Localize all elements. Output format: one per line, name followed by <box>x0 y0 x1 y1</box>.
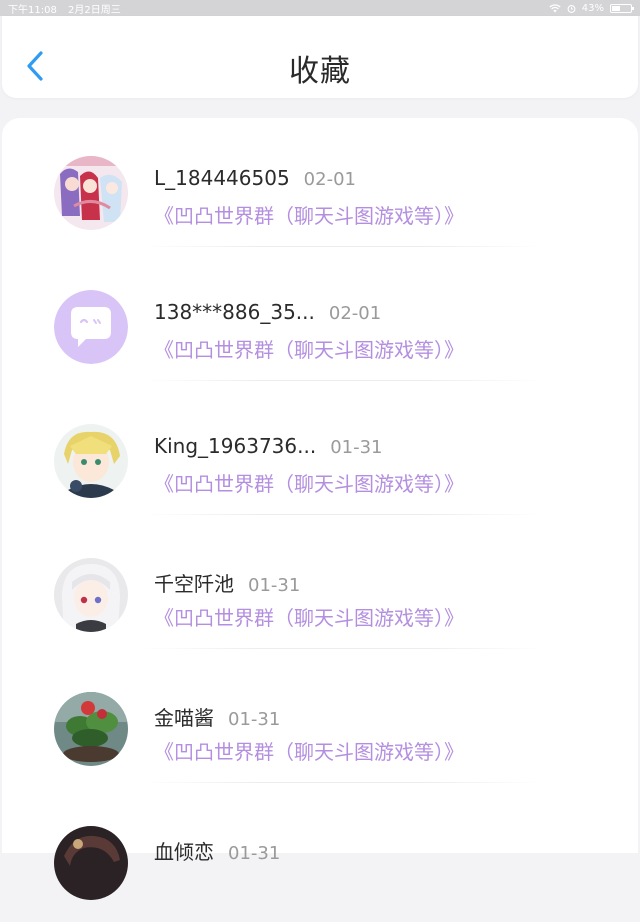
status-bar: 下午11:08 2月2日周三 43% <box>0 0 640 16</box>
member-name-text: King_1963736... <box>154 434 317 458</box>
divider <box>142 380 542 381</box>
group-name: 《凹凸世界群（聊天斗图游戏等）》 <box>154 740 464 764</box>
member-name: 血倾恋 01-31 <box>154 836 280 865</box>
favorite-time: 01-31 <box>330 437 383 458</box>
group-name: 《凹凸世界群（聊天斗图游戏等）》 <box>154 204 464 228</box>
header-bar: 收藏 <box>2 16 638 98</box>
default-chat-avatar-icon <box>54 290 128 364</box>
member-name: 金喵酱 01-31 <box>154 702 280 731</box>
group-name: 《凹凸世界群（聊天斗图游戏等）》 <box>154 472 464 496</box>
status-date: 2月2日周三 <box>68 4 121 16</box>
divider <box>142 648 542 649</box>
avatar[interactable] <box>54 290 128 364</box>
avatar[interactable] <box>54 424 128 498</box>
member-name-text: 金喵酱 <box>154 706 214 730</box>
member-name: L_184446505 02-01 <box>154 166 356 190</box>
avatar[interactable] <box>54 692 128 766</box>
avatar[interactable] <box>54 826 128 900</box>
member-name-text: L_184446505 <box>154 166 290 190</box>
favorite-time: 01-31 <box>228 843 281 864</box>
group-name: 《凹凸世界群（聊天斗图游戏等）》 <box>154 338 464 362</box>
blonde-boy-avatar-icon <box>54 424 128 498</box>
favorite-time: 02-01 <box>328 303 382 324</box>
dark-avatar-icon <box>54 826 128 900</box>
favorite-item[interactable]: 血倾恋 01-31 <box>2 788 638 922</box>
battery-icon <box>610 3 634 13</box>
white-hair-girl-avatar-icon <box>54 558 128 632</box>
status-time: 下午11:08 <box>8 4 57 16</box>
member-name: 千空阡池 01-31 <box>154 568 300 597</box>
favorite-time: 01-31 <box>248 575 301 596</box>
favorite-item[interactable]: 138***886_35... 02-01 《凹凸世界群（聊天斗图游戏等）》 <box>2 252 638 386</box>
favorite-time: 01-31 <box>228 709 281 730</box>
divider <box>142 514 542 515</box>
member-name-text: 138***886_35... <box>154 300 315 324</box>
member-name-text: 血倾恋 <box>154 840 214 864</box>
divider <box>142 246 542 247</box>
favorite-item[interactable]: L_184446505 02-01 《凹凸世界群（聊天斗图游戏等）》 <box>2 118 638 252</box>
flower-plant-avatar-icon <box>54 692 128 766</box>
favorite-item[interactable]: 金喵酱 01-31 《凹凸世界群（聊天斗图游戏等）》 <box>2 654 638 788</box>
favorite-item[interactable]: 千空阡池 01-31 《凹凸世界群（聊天斗图游戏等）》 <box>2 520 638 654</box>
anime-girls-avatar-icon <box>54 156 128 230</box>
favorite-time: 02-01 <box>303 169 356 190</box>
member-name: King_1963736... 01-31 <box>154 434 383 458</box>
favorites-list: L_184446505 02-01 《凹凸世界群（聊天斗图游戏等）》 138***… <box>2 118 638 900</box>
avatar[interactable] <box>54 558 128 632</box>
avatar[interactable] <box>54 156 128 230</box>
alarm-icon <box>567 4 576 13</box>
battery-level-fill <box>612 5 620 11</box>
favorite-item[interactable]: King_1963736... 01-31 《凹凸世界群（聊天斗图游戏等）》 <box>2 386 638 520</box>
divider <box>142 782 542 783</box>
battery-percent: 43% <box>581 2 604 14</box>
member-name: 138***886_35... 02-01 <box>154 300 381 324</box>
wifi-icon <box>549 3 561 12</box>
member-name-text: 千空阡池 <box>154 572 234 596</box>
group-name: 《凹凸世界群（聊天斗图游戏等）》 <box>154 606 464 630</box>
page-title: 收藏 <box>289 54 351 89</box>
